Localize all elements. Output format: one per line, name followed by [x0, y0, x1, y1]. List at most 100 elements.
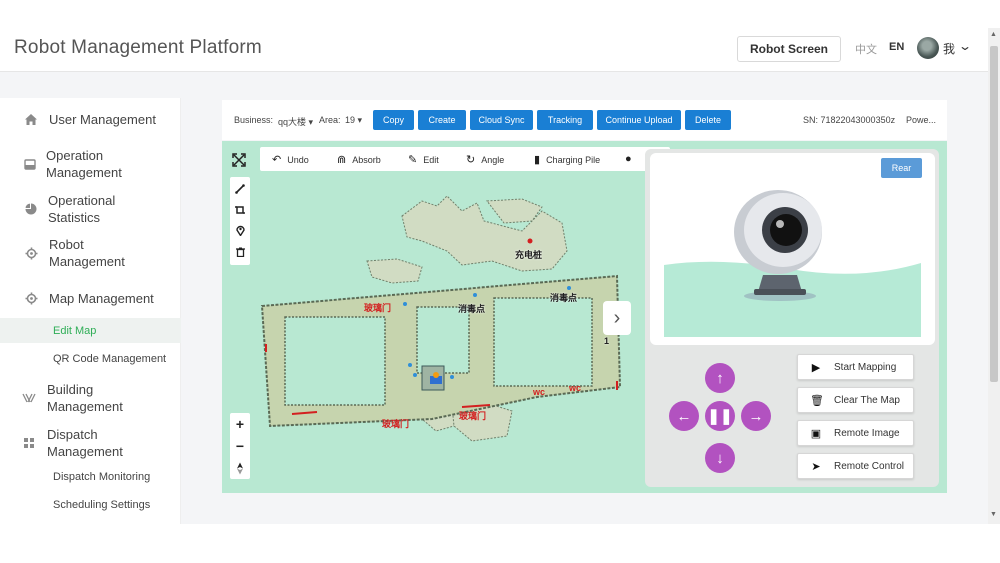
building-icon — [22, 391, 36, 405]
map-toolbar: Business: qq大楼 ▾ Area: 19 ▾ Copy Create … — [222, 100, 947, 140]
sidebar-item-label: Robot Management — [49, 237, 125, 269]
battery-icon: ▮ — [534, 154, 541, 166]
robot-control-panel: Rear ↑ ← ❚❚ → ↓ ▶ Start Mapping 🗑 Clear Th… — [645, 149, 939, 487]
angle-tool[interactable]: ↻ Angle — [466, 153, 504, 166]
scroll-down-icon[interactable]: ▼ — [990, 511, 997, 518]
sidebar-item-building-management[interactable]: Building Management — [0, 380, 181, 416]
line-icon[interactable] — [230, 178, 250, 199]
pause-icon[interactable]: ❚❚ — [705, 401, 735, 431]
arrow-up-icon[interactable]: ↑ — [705, 363, 735, 393]
image-icon: ▣ — [810, 427, 822, 440]
undo-icon: ↶ — [272, 154, 282, 166]
map-label-glass-door: 玻璃门 — [364, 303, 392, 313]
arrow-right-icon[interactable]: → — [741, 401, 771, 431]
robot-screen-button[interactable]: Robot Screen — [737, 36, 841, 62]
sidebar-item-dispatch-management[interactable]: Dispatch Management — [0, 425, 181, 461]
map-tools-bar: ↶ Undo ⋒ Absorb ✎ Edit ↻ Angle ▮ Charging Pil… — [260, 147, 670, 171]
edit-tool[interactable]: ✎ Edit — [408, 153, 439, 166]
sidebar-item-label: Map Management — [49, 290, 154, 306]
map-label-glass-door: 玻璃门 — [382, 419, 410, 429]
header-bar: Robot Management Platform Robot Screen 中… — [0, 28, 988, 72]
absorb-tool[interactable]: ⋒ Absorb — [337, 153, 381, 166]
trash-icon: 🗑 — [810, 394, 824, 407]
copy-button[interactable]: Copy — [373, 110, 414, 130]
arrow-left-icon[interactable]: ← — [669, 401, 699, 431]
sidebar-item-label: Operation Management — [46, 148, 122, 180]
start-mapping-button[interactable]: ▶ Start Mapping — [797, 354, 914, 380]
map-label-disinfect: 消毒点 — [458, 304, 486, 314]
inbox-icon — [23, 157, 37, 171]
avatar[interactable] — [917, 37, 939, 59]
map-label-disinfect: 消毒点 — [550, 293, 578, 303]
navigation-arrow-icon: ➤ — [811, 460, 821, 473]
area-label: Area: — [319, 115, 341, 125]
scroll-thumb[interactable] — [990, 46, 998, 382]
page-scrollbar[interactable]: ▲ ▼ — [988, 28, 1000, 524]
gear-icon — [24, 246, 38, 260]
sidebar-item-robot-management[interactable]: Robot Management — [0, 235, 181, 271]
grid-icon — [22, 436, 36, 450]
arrow-down-icon[interactable]: ↓ — [705, 443, 735, 473]
area-select[interactable]: 19 ▾ — [345, 115, 362, 126]
play-icon: ▶ — [811, 361, 821, 374]
sidebar-item-label: Dispatch Management — [47, 427, 123, 459]
undo-tool[interactable]: ↶ Undo — [272, 153, 309, 166]
delete-button[interactable]: Delete — [685, 110, 731, 130]
sidebar-item-operation-management[interactable]: Operation Management — [0, 146, 181, 182]
zoom-in-icon[interactable]: + — [230, 413, 250, 435]
pencil-icon: ✎ — [408, 154, 418, 166]
fullscreen-icon[interactable] — [230, 151, 248, 169]
charging-pile-tool[interactable]: ▮ Charging Pile — [534, 153, 600, 166]
location-pin-tool[interactable]: ● — [625, 153, 632, 165]
sidebar-item-edit-map[interactable]: Edit Map — [0, 318, 181, 343]
map-label-number: 1 — [604, 336, 610, 346]
chevron-right-icon[interactable]: › — [603, 301, 631, 335]
drawing-tools — [230, 177, 250, 265]
clear-map-button[interactable]: 🗑 Clear The Map — [797, 387, 914, 413]
serial-number: SN: 71822043000350z — [803, 115, 896, 125]
remote-control-button[interactable]: ➤ Remote Control — [797, 453, 914, 479]
sidebar-item-map-management[interactable]: Map Management — [0, 280, 181, 316]
sidebar-item-label: User Management — [49, 111, 156, 127]
pie-chart-icon — [24, 202, 38, 216]
map-canvas[interactable]: 充电桩 消毒点 消毒点 玻璃门 玻璃门 玻璃门 wc wc 1 ↶ Undo ⋒ A… — [222, 141, 947, 493]
sidebar-item-operational-statistics[interactable]: Operational Statistics — [0, 191, 181, 227]
power-status: Powe... — [906, 115, 937, 125]
scroll-up-icon[interactable]: ▲ — [990, 31, 997, 38]
rear-camera-button[interactable]: Rear — [881, 158, 922, 178]
rotate-icon: ↻ — [466, 154, 476, 166]
zoom-controls: + − — [230, 413, 250, 479]
trash-icon[interactable] — [230, 241, 250, 262]
sidebar: User Management Operation Management Ope… — [0, 98, 181, 524]
tracking-button[interactable]: Tracking — [537, 110, 593, 130]
lang-zh-option[interactable]: 中文 — [855, 41, 877, 57]
location-pin-icon: ● — [625, 153, 632, 165]
remote-image-button[interactable]: ▣ Remote Image — [797, 420, 914, 446]
gear-icon — [24, 291, 38, 305]
sidebar-item-scheduling-settings[interactable]: Scheduling Settings — [0, 492, 181, 517]
lang-en-option[interactable]: EN — [889, 41, 904, 53]
cloud-sync-button[interactable]: Cloud Sync — [470, 110, 533, 130]
chevron-down-icon[interactable]: ⌄ — [958, 39, 972, 53]
sidebar-item-dispatch-monitoring[interactable]: Dispatch Monitoring — [0, 464, 181, 489]
map-label-glass-door: 玻璃门 — [459, 411, 487, 421]
app-title: Robot Management Platform — [14, 37, 262, 58]
map-label-wc: wc — [569, 383, 582, 393]
compass-icon[interactable] — [230, 457, 250, 479]
sidebar-item-label: Operational Statistics — [48, 193, 116, 225]
continue-upload-button[interactable]: Continue Upload — [597, 110, 681, 130]
home-icon — [24, 112, 38, 126]
sidebar-item-qr-code-management[interactable]: QR Code Management — [0, 346, 181, 371]
sidebar-item-user-management[interactable]: User Management — [0, 101, 181, 137]
business-select[interactable]: qq大楼 ▾ — [278, 115, 313, 128]
create-button[interactable]: Create — [418, 110, 466, 130]
business-label: Business: — [234, 115, 274, 125]
map-editor: Business: qq大楼 ▾ Area: 19 ▾ Copy Create … — [222, 100, 947, 493]
user-name[interactable]: 我 — [943, 40, 955, 57]
map-label-charging: 充电桩 — [515, 250, 543, 260]
location-pin-icon[interactable] — [230, 220, 250, 241]
crop-icon[interactable] — [230, 199, 250, 220]
magnet-icon: ⋒ — [337, 154, 347, 166]
map-label-wc: wc — [533, 387, 546, 397]
zoom-out-icon[interactable]: − — [230, 435, 250, 457]
